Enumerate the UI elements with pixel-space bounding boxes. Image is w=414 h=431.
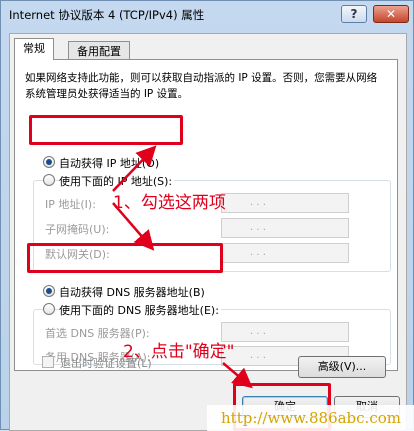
annotation-step1: 1、勾选这两项 xyxy=(113,193,226,213)
annotation-step2: 2、点击"确定" xyxy=(123,342,235,362)
tab-general[interactable]: 常规 xyxy=(14,38,54,60)
dialog-window: Internet 协议版本 4 (TCP/IPv4) 属性 ? ✕ 常规 备用配… xyxy=(0,0,414,431)
annotation-arrows-icon xyxy=(112,145,253,389)
watermark: http://www.886abc.com xyxy=(207,405,414,431)
